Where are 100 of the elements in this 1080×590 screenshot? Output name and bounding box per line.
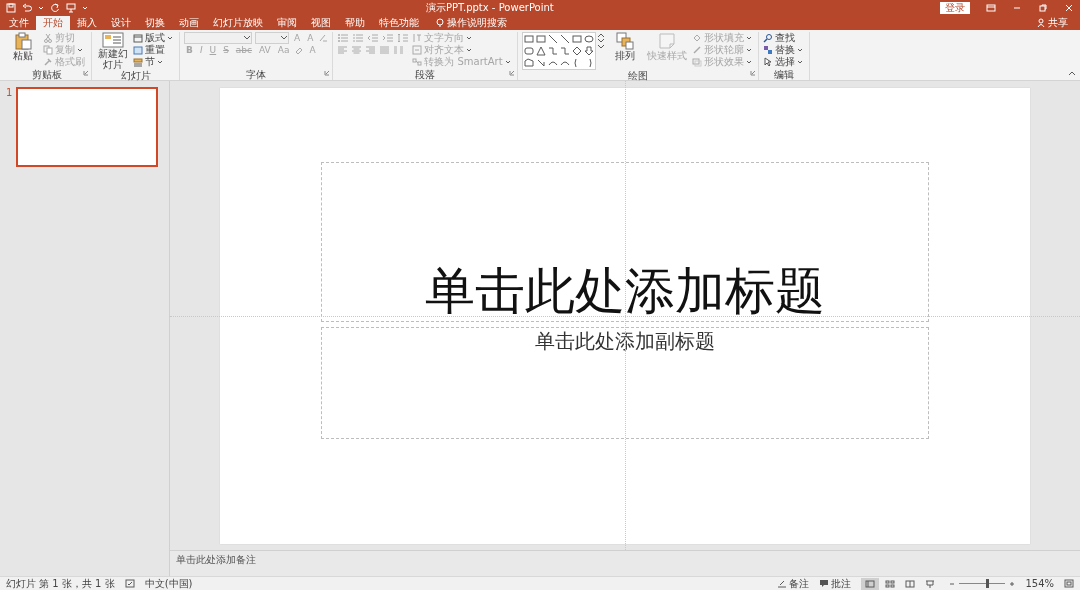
shape-icon[interactable] — [570, 45, 583, 57]
window-title: 演示PPT.pptx - PowerPoint — [426, 0, 555, 15]
zoom-in-icon[interactable] — [1009, 580, 1016, 587]
comments-button[interactable]: 批注 — [831, 576, 852, 590]
notes-icon[interactable] — [777, 579, 788, 588]
view-icon — [925, 579, 936, 588]
dialog-launcher-icon[interactable] — [83, 70, 89, 76]
shape-icon[interactable] — [522, 45, 535, 57]
restore-icon[interactable] — [1038, 3, 1048, 12]
copy-icon — [43, 45, 53, 55]
group-label: 字体 — [246, 69, 267, 80]
language-indicator[interactable]: 中文(中国) — [144, 576, 193, 590]
close-icon[interactable] — [1064, 3, 1074, 12]
ribbon-tab[interactable]: 幻灯片放映 — [206, 16, 270, 30]
view-icon — [885, 579, 896, 588]
ribbon-command[interactable]: 版式 — [133, 32, 175, 44]
shapes-gallery[interactable] — [521, 32, 596, 70]
subtitle-placeholder[interactable]: 单击此处添加副标题 — [321, 327, 929, 439]
replace-icon — [762, 45, 773, 55]
share-button[interactable]: 共享 — [1048, 16, 1068, 30]
scroll-up-icon[interactable] — [596, 32, 605, 38]
ribbon-tab[interactable]: 文件 — [2, 16, 36, 30]
ribbon-tab[interactable]: 插入 — [70, 16, 104, 30]
dialog-launcher-icon[interactable] — [508, 70, 515, 76]
shape-icon[interactable] — [522, 33, 535, 45]
font-name-field[interactable] — [184, 32, 252, 44]
redo-icon[interactable] — [50, 2, 60, 13]
view-icon — [905, 579, 916, 588]
save-icon[interactable] — [6, 2, 16, 13]
login-button[interactable]: 登录 — [940, 1, 970, 14]
ribbon-tab[interactable]: 开始 — [36, 16, 70, 30]
font-size-field[interactable] — [255, 32, 289, 44]
ribbon-tab[interactable]: 切换 — [138, 16, 172, 30]
ribbon-options-icon[interactable] — [986, 3, 996, 12]
ribbon-big-button[interactable]: 排列 — [607, 32, 642, 61]
brush-icon — [43, 57, 53, 67]
spell-check-icon[interactable] — [124, 579, 135, 588]
zoom-slider-thumb[interactable] — [986, 579, 989, 588]
group-label: 段落 — [415, 69, 435, 80]
slide-counter: 幻灯片 第 1 张，共 1 张 — [6, 576, 115, 590]
ribbon-tab[interactable]: 审阅 — [270, 16, 304, 30]
ribbon-command[interactable]: 选择 — [762, 56, 805, 68]
slide-canvas[interactable]: 单击此处添加标题 单击此处添加副标题 — [220, 87, 1030, 544]
ribbon-tab[interactable]: 视图 — [304, 16, 338, 30]
shape-icon[interactable] — [546, 33, 559, 45]
person-icon[interactable] — [1037, 18, 1046, 28]
dialog-launcher-icon[interactable] — [749, 70, 756, 76]
lightbulb-icon[interactable] — [436, 18, 444, 28]
scroll-down-icon[interactable] — [596, 38, 605, 44]
caret-icon[interactable] — [38, 4, 44, 11]
group-label: 剪贴板 — [31, 69, 62, 80]
shape-icon[interactable] — [558, 33, 571, 45]
shape-icon[interactable] — [534, 33, 547, 45]
line-spacing-icon[interactable] — [397, 33, 410, 43]
ribbon-command[interactable]: 查找 — [762, 32, 805, 44]
notes-button[interactable]: 备注 — [789, 576, 810, 590]
shape-icon[interactable] — [582, 33, 595, 45]
group-label: 幻灯片 — [120, 70, 151, 81]
caret-icon — [504, 59, 511, 65]
slide-number: 1 — [6, 87, 13, 100]
more-icon[interactable] — [596, 44, 605, 50]
caret-icon — [77, 47, 83, 53]
shape-icon[interactable] — [522, 57, 535, 69]
slide-thumbnail[interactable] — [16, 87, 159, 167]
tell-me-search[interactable]: 操作说明搜索 — [447, 16, 507, 30]
shape-icon[interactable] — [582, 45, 595, 57]
slideshow-icon[interactable] — [66, 2, 76, 13]
shape-icon[interactable] — [534, 45, 547, 57]
scissors-icon — [43, 33, 53, 43]
select-icon — [762, 57, 773, 67]
ribbon-tab[interactable]: 动画 — [172, 16, 206, 30]
ribbon-command[interactable]: 替换 — [762, 44, 805, 56]
group-label: 编辑 — [773, 69, 794, 80]
dialog-launcher-icon[interactable] — [324, 70, 331, 76]
caret-icon — [157, 59, 163, 65]
zoom-out-icon[interactable] — [949, 580, 956, 587]
increase-indent-icon[interactable] — [382, 33, 395, 43]
zoom-level[interactable]: 154% — [1025, 578, 1054, 589]
subtitle-placeholder-text: 单击此处添加副标题 — [535, 328, 715, 355]
undo-icon[interactable] — [22, 2, 32, 13]
ribbon-tab[interactable]: 设计 — [104, 16, 138, 30]
ribbon-command[interactable]: 节 — [133, 56, 175, 68]
view-icon — [865, 579, 876, 588]
ribbon-tab[interactable]: 特色功能 — [372, 16, 426, 30]
group-label: 绘图 — [627, 70, 648, 81]
title-placeholder-text: 单击此处添加标题 — [425, 260, 825, 321]
ribbon-big-button[interactable]: 粘贴 — [6, 32, 40, 61]
ribbon-tab[interactable]: 帮助 — [338, 16, 372, 30]
collapse-ribbon-icon[interactable] — [1068, 70, 1076, 76]
customize-caret-icon[interactable] — [82, 4, 88, 11]
comment-icon[interactable] — [819, 579, 830, 588]
shape-icon[interactable] — [570, 33, 583, 45]
decrease-indent-icon[interactable] — [367, 33, 380, 43]
normal-view-button[interactable] — [861, 577, 880, 590]
highlighter-icon[interactable] — [294, 45, 305, 55]
fit-to-window-icon[interactable] — [1064, 579, 1074, 588]
notes-placeholder: 单击此处添加备注 — [176, 554, 256, 565]
ribbon-command[interactable]: 重置 — [133, 44, 175, 56]
ribbon-big-button[interactable]: 新建幻灯片 — [96, 32, 130, 70]
title-placeholder[interactable]: 单击此处添加标题 — [321, 162, 929, 322]
